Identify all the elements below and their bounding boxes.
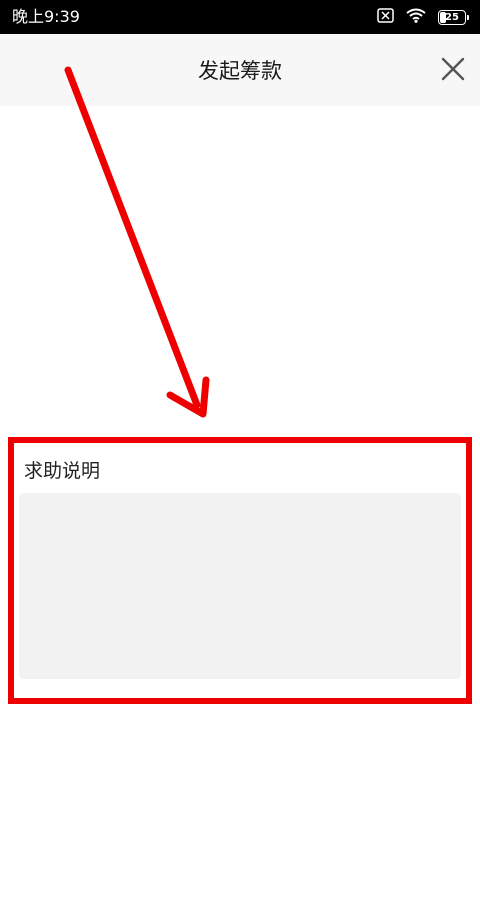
close-icon: [441, 57, 465, 81]
battery-cap: [467, 14, 469, 20]
battery-level: 25: [445, 11, 459, 23]
no-sim-icon: [377, 7, 394, 27]
status-time: 晚上9:39: [12, 7, 80, 26]
page-title: 发起筹款: [198, 59, 282, 83]
help-description-field[interactable]: [19, 493, 461, 679]
help-description-label: 求助说明: [24, 460, 101, 482]
wifi-icon: [406, 8, 426, 27]
nav-bar: 发起筹款: [0, 34, 480, 106]
status-bar: 晚上9:39 25: [0, 0, 480, 34]
battery-icon: 25: [438, 9, 469, 25]
help-description-section: 求助说明: [8, 437, 472, 704]
close-button[interactable]: [440, 56, 466, 82]
status-icons: 25: [377, 7, 469, 27]
